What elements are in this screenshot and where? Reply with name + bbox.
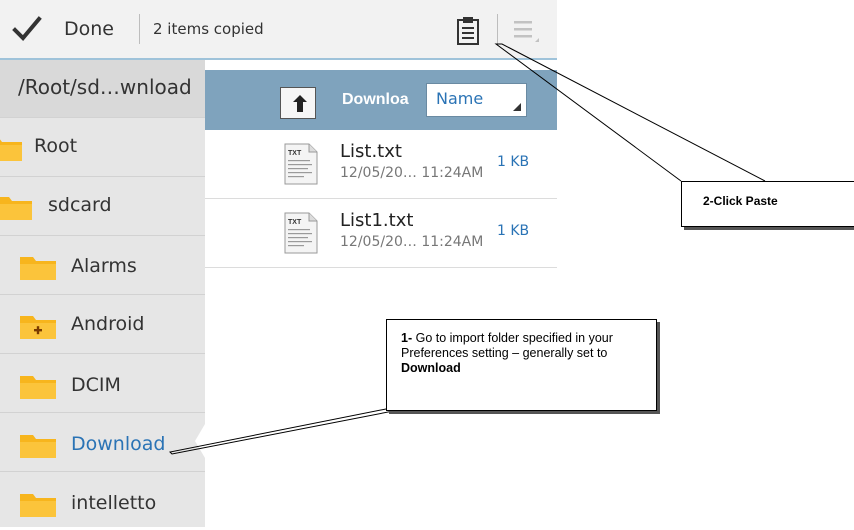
selection-pointer xyxy=(195,424,205,458)
tree-item-label: DCIM xyxy=(71,374,121,396)
file-date: 12/05/20… 11:24AM xyxy=(340,165,484,181)
file-type-label: TXT xyxy=(288,150,302,157)
tree-item-android[interactable]: Android xyxy=(0,294,205,353)
callout-click-paste: 2-Click Paste xyxy=(681,181,854,227)
menu-icon[interactable] xyxy=(512,18,540,44)
current-folder-name: Downloa xyxy=(342,91,409,108)
tree-item-download[interactable]: Download xyxy=(0,412,205,471)
file-size: 1 KB xyxy=(497,154,530,170)
file-size: 1 KB xyxy=(497,223,530,239)
sort-value: Name xyxy=(436,89,484,108)
folder-icon xyxy=(20,435,56,458)
callout-import-folder: 1- Go to import folder specified in your… xyxy=(386,319,657,411)
tree-item-label: Download xyxy=(71,433,166,455)
tree-item-label: Alarms xyxy=(71,255,137,277)
action-bar: Done 2 items copied xyxy=(0,0,557,60)
tree-item-dcim[interactable]: DCIM xyxy=(0,353,205,412)
copy-status-text: 2 items copied xyxy=(153,20,264,38)
folder-icon xyxy=(20,376,56,399)
current-path-label: /Root/sd…wnload xyxy=(18,75,192,99)
folder-plus-icon xyxy=(20,316,56,339)
file-date: 12/05/20… 11:24AM xyxy=(340,234,484,250)
file-row[interactable]: TXT List.txt 12/05/20… 11:24AM 1 KB xyxy=(205,130,557,199)
callout-import-target: Download xyxy=(401,361,461,375)
tree-item-label: intelletto xyxy=(71,492,157,514)
folder-tree: /Root/sd…wnload Root sdcard Alarms Andro… xyxy=(0,60,205,527)
done-button[interactable]: Done xyxy=(0,8,132,50)
folder-header-bar: Downloa Name xyxy=(205,70,557,130)
callout-import-text: 1- Go to import folder specified in your… xyxy=(401,331,646,376)
callout-step-number: 1- xyxy=(401,331,413,345)
sort-dropdown[interactable]: Name xyxy=(426,83,527,117)
text-file-icon: TXT xyxy=(284,143,318,185)
current-path[interactable]: /Root/sd…wnload xyxy=(0,60,205,117)
file-name: List.txt xyxy=(340,141,402,162)
tree-item-intelletto[interactable]: intelletto xyxy=(0,471,205,530)
file-type-label: TXT xyxy=(288,219,302,226)
folder-icon xyxy=(20,257,56,280)
tree-item-label: sdcard xyxy=(48,194,112,216)
folder-icon xyxy=(0,197,32,220)
dropdown-corner-icon xyxy=(513,103,521,111)
checkmark-icon xyxy=(12,16,42,41)
callout-import-body: Go to import folder specified in your Pr… xyxy=(401,331,613,360)
folder-icon xyxy=(0,139,22,161)
file-name: List1.txt xyxy=(340,210,414,231)
tree-item-label: Root xyxy=(34,135,78,157)
folder-icon xyxy=(20,494,56,517)
text-file-icon: TXT xyxy=(284,212,318,254)
toolbar-divider xyxy=(139,14,140,44)
file-row[interactable]: TXT List1.txt 12/05/20… 11:24AM 1 KB xyxy=(205,199,557,268)
tree-item-alarms[interactable]: Alarms xyxy=(0,235,205,294)
toolbar-divider xyxy=(497,14,498,44)
file-list-pane: Downloa Name TXT List.txt 12/05/20… 11:2… xyxy=(205,60,557,527)
tree-item-root[interactable]: Root xyxy=(0,117,205,176)
up-folder-button[interactable] xyxy=(280,87,316,119)
clipboard-paste-icon[interactable] xyxy=(456,17,480,45)
callout-paste-text: 2-Click Paste xyxy=(703,194,778,208)
tree-item-sdcard[interactable]: sdcard xyxy=(0,176,205,235)
done-label: Done xyxy=(64,18,114,40)
tree-item-label: Android xyxy=(71,313,145,335)
arrow-up-icon xyxy=(293,95,307,112)
